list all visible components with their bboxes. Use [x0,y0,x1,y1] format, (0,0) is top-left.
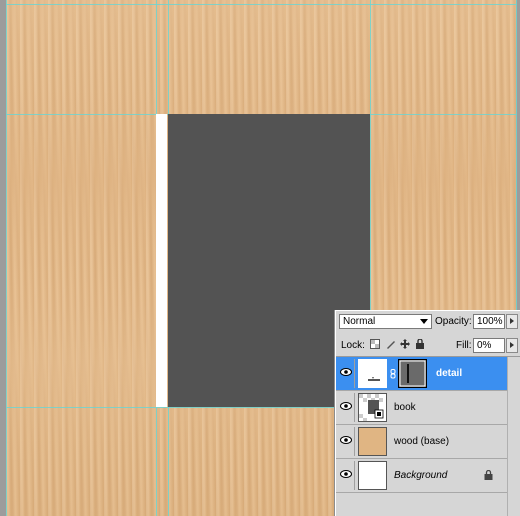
lock-all-icon[interactable] [415,338,425,349]
layers-panel: Normal Opacity: 100% Lock: Fill: 0% deta… [335,310,520,516]
layer-mask-thumbnail-detail[interactable] [398,359,427,388]
layers-scrollbar[interactable] [507,357,520,516]
guide-vertical-1[interactable] [6,0,7,516]
layer-name: book [394,402,416,413]
lock-transparent-pixels-icon[interactable] [370,339,380,349]
padlock-icon [484,469,493,480]
layer-row-detail[interactable]: detail [336,357,520,391]
chevron-down-icon [420,319,428,324]
layer-thumbnail-wood-base [358,427,387,456]
eye-icon [340,470,352,478]
guide-horizontal-1[interactable] [6,4,516,5]
opacity-label: Opacity: [435,316,472,327]
blend-row: Normal Opacity: 100% [336,311,520,333]
layer-row-book[interactable]: book [336,391,520,425]
layer-thumbnail-book [358,393,387,422]
visibility-toggle[interactable] [338,461,355,490]
opacity-field[interactable]: 100% [473,314,505,329]
fill-field[interactable]: 0% [473,338,505,353]
visibility-toggle[interactable] [338,359,355,388]
eye-icon [340,402,352,410]
eye-icon [340,368,352,376]
layer-name: wood (base) [394,436,450,447]
photoshop-workspace: Normal Opacity: 100% Lock: Fill: 0% deta… [0,0,520,516]
lock-image-pixels-icon[interactable] [386,339,396,349]
opacity-slider-button[interactable] [506,314,518,329]
lock-row: Lock: Fill: 0% [336,334,520,357]
layer-thumbnail-detail [358,359,387,388]
fill-value: 0% [477,340,492,351]
layer-row-wood-base[interactable]: wood (base) [336,425,520,459]
lock-position-icon[interactable] [400,339,410,349]
fill-slider-button[interactable] [506,338,518,353]
layer-name: detail [436,368,463,379]
lock-label: Lock: [341,340,365,351]
layer-row-background[interactable]: Background [336,459,520,493]
visibility-toggle[interactable] [338,427,355,456]
eye-icon [340,436,352,444]
book-spine [156,114,167,407]
layer-thumbnail-background [358,461,387,490]
blend-mode-select[interactable]: Normal [339,314,432,329]
layers-list: detail book wood (base) Background [336,357,520,516]
opacity-value: 100% [477,316,503,327]
layer-name: Background [394,470,448,481]
fill-label: Fill: [456,340,472,351]
blend-mode-value: Normal [343,316,376,327]
link-icon[interactable] [390,369,396,379]
visibility-toggle[interactable] [338,393,355,422]
